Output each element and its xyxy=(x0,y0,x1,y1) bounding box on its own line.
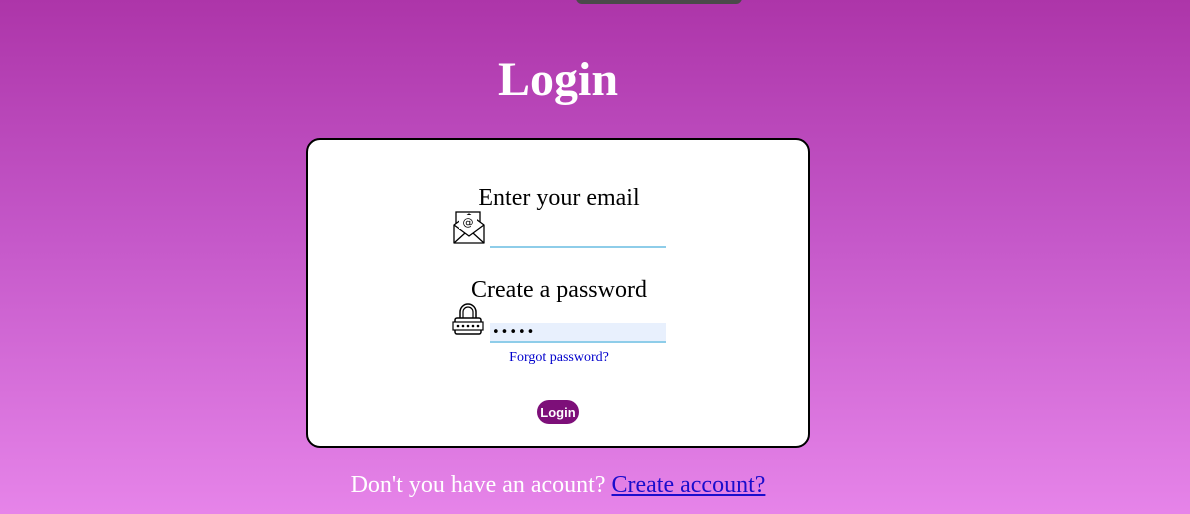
padlock-icon xyxy=(452,303,484,335)
email-label: Enter your email xyxy=(478,185,640,211)
top-tab-bar xyxy=(576,0,742,4)
password-input[interactable] xyxy=(490,323,666,343)
signup-row: Don't you have an acount? Create account… xyxy=(0,470,1116,500)
signup-prompt: Don't you have an acount? xyxy=(350,472,606,498)
forgot-password-link[interactable]: Forgot password? xyxy=(308,350,810,366)
login-card: Enter your email @ Create a password For… xyxy=(306,138,810,448)
create-account-link[interactable]: Create account? xyxy=(612,472,766,498)
envelope-at-icon: @ xyxy=(453,211,485,244)
password-label: Create a password xyxy=(471,277,647,303)
email-input[interactable] xyxy=(490,228,666,248)
page-title: Login xyxy=(497,53,619,106)
svg-text:@: @ xyxy=(463,216,474,229)
login-button[interactable]: Login xyxy=(537,400,579,424)
